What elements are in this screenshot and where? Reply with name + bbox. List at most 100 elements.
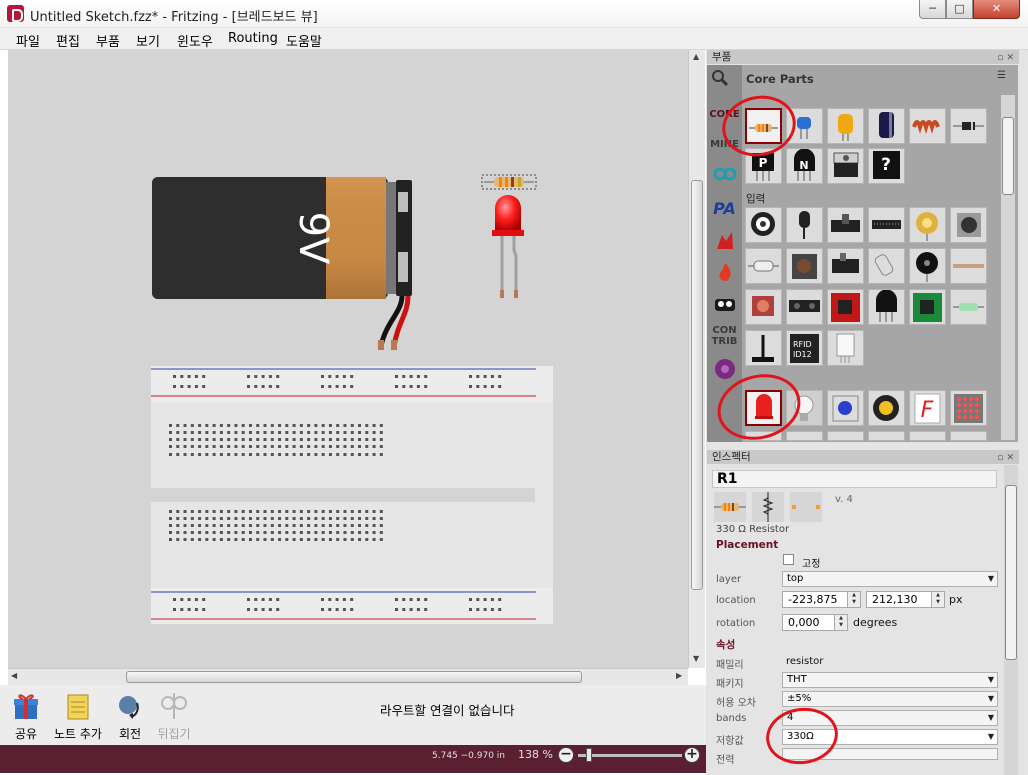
menu-help[interactable]: 도움말 xyxy=(286,31,322,50)
rotation-field[interactable]: 0,000 ▲ ▼ xyxy=(782,614,848,631)
menu-window[interactable]: 윈도우 xyxy=(177,31,213,50)
part-flex-sensor-tile[interactable] xyxy=(950,248,987,284)
scroll-up-icon[interactable]: ▲ xyxy=(693,52,699,61)
close-button[interactable]: ✕ xyxy=(973,0,1020,19)
part-led-matrix-tile[interactable] xyxy=(950,390,987,426)
canvas-horizontal-scrollbar[interactable]: ◀ ▶ xyxy=(8,668,688,685)
spin-arrows-icon[interactable]: ▲ ▼ xyxy=(834,615,847,630)
menu-file[interactable]: 파일 xyxy=(16,31,40,50)
arduino-bin-icon[interactable] xyxy=(707,167,742,184)
location-x-field[interactable]: -223,875 ▲ ▼ xyxy=(782,591,861,608)
zoom-slider-track[interactable] xyxy=(578,754,682,757)
part-photocell-tile[interactable] xyxy=(745,289,782,325)
pa-bin-icon[interactable]: PA xyxy=(707,199,742,218)
menu-part[interactable]: 부품 xyxy=(96,31,120,50)
inspector-scroll-thumb[interactable] xyxy=(1005,485,1017,660)
scroll-down-icon[interactable]: ▼ xyxy=(693,654,699,663)
part-mystery-part-tile[interactable]: ? xyxy=(868,148,905,184)
schematic-view-thumbnail xyxy=(752,492,784,522)
part-electrolytic-capacitor-tile[interactable] xyxy=(868,108,905,144)
parts-scroll-thumb[interactable] xyxy=(1002,117,1014,195)
part-accelerometer-tile[interactable] xyxy=(909,289,946,325)
add-note-button[interactable]: 노트 추가 xyxy=(54,691,102,742)
part-humidity-sensor-tile[interactable] xyxy=(827,330,864,366)
part-ir-sensor-tile[interactable] xyxy=(786,289,823,325)
rotation-unit: degrees xyxy=(853,616,898,629)
battery-9v[interactable] xyxy=(152,177,412,350)
part-reed-sensor-tile[interactable] xyxy=(950,289,987,325)
menu-edit[interactable]: 편집 xyxy=(56,31,80,50)
package-dropdown[interactable]: THT ▼ xyxy=(782,672,998,688)
menu-routing[interactable]: Routing xyxy=(228,31,278,46)
location-y-field[interactable]: 212,130 ▲ ▼ xyxy=(866,591,945,608)
zoom-out-button[interactable]: − xyxy=(558,747,574,763)
inspector-panel-title: 인스펙터 xyxy=(712,451,751,463)
part-rgb-led-tile[interactable] xyxy=(827,390,864,426)
flame-bin-icon[interactable] xyxy=(707,261,742,286)
inspector-part-title[interactable]: R1 xyxy=(712,470,997,488)
part-npn-transistor-tile[interactable]: N xyxy=(786,148,823,184)
part-inductor-tile[interactable] xyxy=(909,108,946,144)
maximize-button[interactable]: □ xyxy=(946,0,973,19)
layer-dropdown[interactable]: top ▼ xyxy=(782,571,998,587)
part-partial-tile[interactable] xyxy=(868,431,905,441)
part-sensor-board-tile[interactable] xyxy=(827,289,864,325)
part-reed-switch-tile[interactable] xyxy=(745,248,782,284)
canvas-horizontal-scroll-thumb[interactable] xyxy=(126,671,582,683)
part-partial-tile[interactable] xyxy=(950,431,987,441)
breadboard-canvas[interactable]: 9V xyxy=(8,50,688,668)
search-icon[interactable] xyxy=(711,69,729,87)
part-pushbutton-tile[interactable] xyxy=(786,248,823,284)
red-led[interactable] xyxy=(492,195,524,298)
zoom-in-button[interactable]: + xyxy=(684,747,700,763)
sparkfun-bin-icon[interactable] xyxy=(707,229,742,254)
svg-text:F: F xyxy=(921,398,934,423)
part-seven-segment-tile[interactable]: F xyxy=(909,390,946,426)
part-slide-potentiometer-tile[interactable] xyxy=(827,207,864,243)
part-microphone-tile[interactable] xyxy=(786,207,823,243)
share-button[interactable]: 공유 xyxy=(4,691,48,742)
part-tilt-sensor-tile[interactable] xyxy=(909,207,946,243)
part-temperature-sensor-tile[interactable] xyxy=(868,289,905,325)
canvas-vertical-scroll-thumb[interactable] xyxy=(691,180,703,590)
menu-view[interactable]: 보기 xyxy=(136,31,160,50)
part-piezo-tile[interactable] xyxy=(909,248,946,284)
part-version: v. 4 xyxy=(835,494,853,505)
lock-checkbox[interactable] xyxy=(783,554,794,565)
minimize-button[interactable]: ─ xyxy=(919,0,946,19)
flower-bin-icon[interactable] xyxy=(707,357,742,384)
panel-float-close-icons[interactable]: ▫✕ xyxy=(997,451,1017,465)
fritzing-app-icon xyxy=(7,5,24,22)
resistor-r1[interactable] xyxy=(481,174,537,190)
svg-text:RFID: RFID xyxy=(793,340,812,349)
part-switch-tile[interactable] xyxy=(827,248,864,284)
scroll-left-icon[interactable]: ◀ xyxy=(11,671,17,680)
part-partial-tile[interactable] xyxy=(909,431,946,441)
spin-arrows-icon[interactable]: ▲ ▼ xyxy=(847,592,860,607)
rotate-button[interactable]: 회전 xyxy=(108,691,152,742)
scroll-right-icon[interactable]: ▶ xyxy=(676,671,682,680)
part-diode-tile[interactable] xyxy=(950,108,987,144)
part-potentiometer-tile[interactable] xyxy=(745,207,782,243)
part-keypad-tile[interactable] xyxy=(868,207,905,243)
part-tantalum-capacitor-tile[interactable] xyxy=(827,108,864,144)
tolerance-dropdown[interactable]: ±5% ▼ xyxy=(782,691,998,707)
part-tilt-switch-tile[interactable] xyxy=(868,248,905,284)
canvas-vertical-scrollbar[interactable]: ▲ ▼ xyxy=(688,50,705,668)
part-mosfet-tile[interactable] xyxy=(827,148,864,184)
inspector-panel-header: 인스펙터 ▫✕ xyxy=(707,450,1019,464)
part-rfid-reader-tile[interactable]: RFID ID12 xyxy=(786,330,823,366)
seeed-bin-icon[interactable] xyxy=(707,293,742,316)
panel-float-close-icons[interactable]: ▫✕ xyxy=(997,51,1017,65)
zoom-slider-handle[interactable] xyxy=(586,748,592,762)
bin-contrib[interactable]: CON TRIB xyxy=(707,325,742,347)
part-rotary-encoder-tile[interactable] xyxy=(950,207,987,243)
part-partial-tile[interactable] xyxy=(786,431,823,441)
bin-menu-icon[interactable]: ☰ xyxy=(997,70,1006,81)
part-partial-tile[interactable] xyxy=(827,431,864,441)
bands-label: bands xyxy=(716,713,747,724)
part-power-led-tile[interactable] xyxy=(868,390,905,426)
part-joystick-tile[interactable] xyxy=(745,330,782,366)
breadboard[interactable] xyxy=(151,366,553,624)
spin-arrows-icon[interactable]: ▲ ▼ xyxy=(931,592,944,607)
